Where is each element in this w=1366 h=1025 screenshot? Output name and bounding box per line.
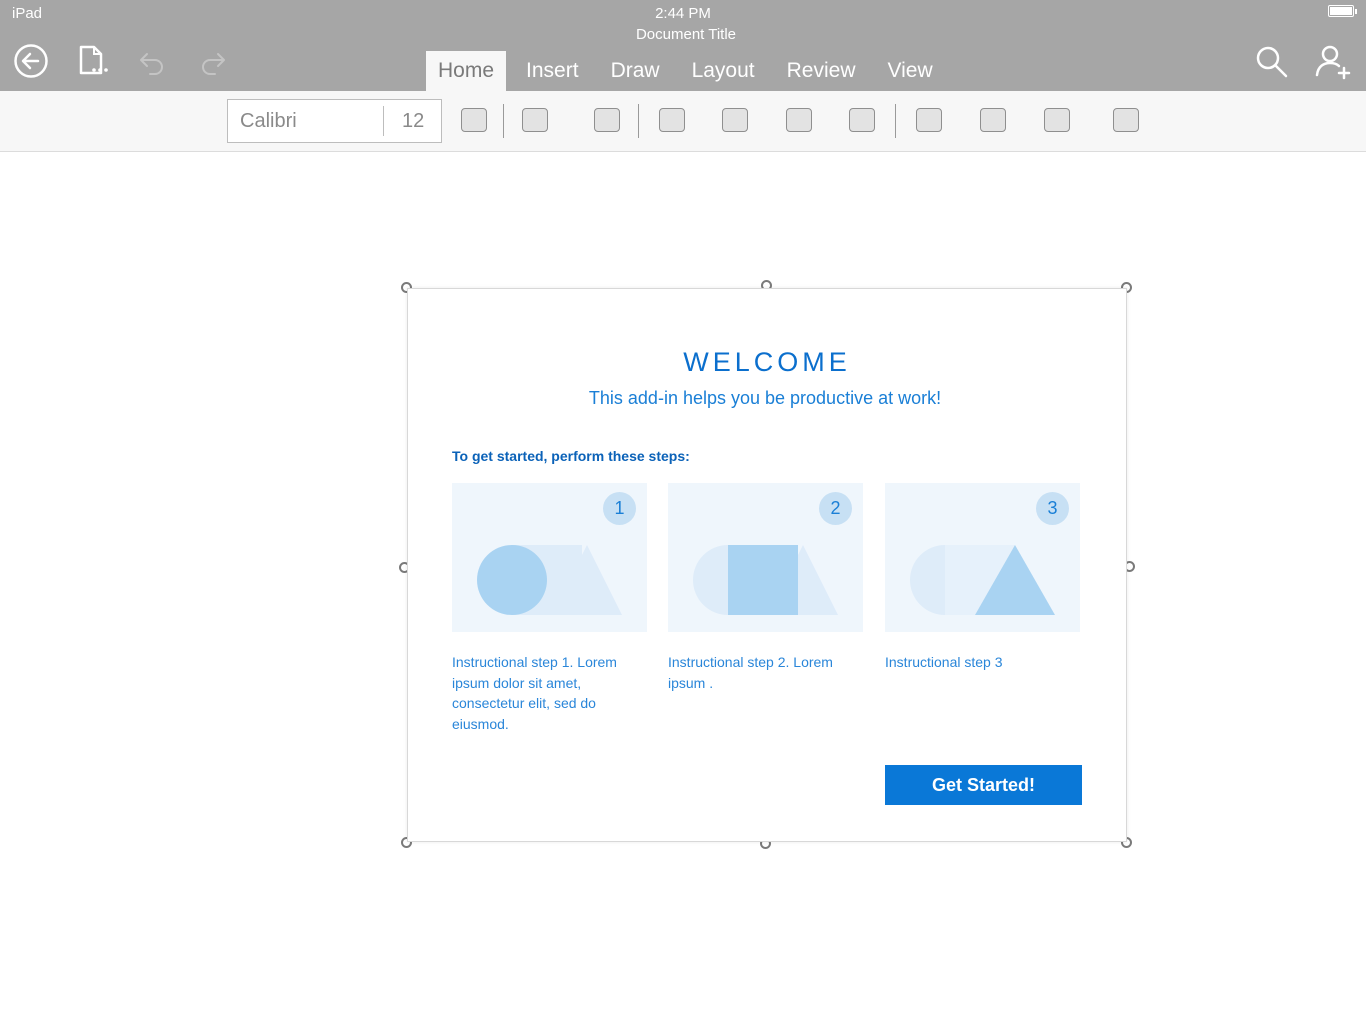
ribbon-separator: [895, 104, 896, 138]
ribbon-button-1[interactable]: [461, 108, 487, 132]
status-time: 2:44 PM: [655, 5, 711, 22]
font-picker[interactable]: Calibri 12: [227, 99, 442, 143]
font-size-field[interactable]: 12: [402, 110, 424, 133]
step-3-number: 3: [1036, 492, 1069, 525]
get-started-button[interactable]: Get Started!: [885, 765, 1082, 805]
redo-icon[interactable]: [199, 48, 227, 76]
tab-insert[interactable]: Insert: [514, 51, 591, 91]
ribbon-separator: [638, 104, 639, 138]
ribbon-button-9[interactable]: [980, 108, 1006, 132]
ribbon-button-3[interactable]: [594, 108, 620, 132]
ribbon-button-7[interactable]: [849, 108, 875, 132]
font-name-field[interactable]: Calibri: [240, 110, 297, 133]
addin-welcome-card: WELCOME This add-in helps you be product…: [407, 288, 1127, 842]
file-options-icon[interactable]: [77, 45, 111, 77]
back-icon[interactable]: [13, 43, 49, 79]
tab-review[interactable]: Review: [775, 51, 868, 91]
step-2-illustration: 2: [668, 483, 863, 632]
tab-home[interactable]: Home: [426, 51, 507, 91]
ribbon-button-2[interactable]: [522, 108, 548, 132]
ribbon-button-10[interactable]: [1044, 108, 1070, 132]
steps-heading: To get started, perform these steps:: [452, 448, 690, 464]
ribbon-button-5[interactable]: [722, 108, 748, 132]
add-person-icon[interactable]: [1314, 44, 1352, 80]
step-1-illustration: 1: [452, 483, 647, 632]
tab-view[interactable]: View: [876, 51, 945, 91]
ribbon-button-11[interactable]: [1113, 108, 1139, 132]
welcome-subtitle: This add-in helps you be productive at w…: [588, 388, 942, 408]
step-1-number: 1: [603, 492, 636, 525]
step-2-number: 2: [819, 492, 852, 525]
ribbon-tabs: Home Insert Draw Layout Review View: [426, 51, 953, 91]
step-2-text: Instructional step 2. Lorem ipsum .: [668, 654, 833, 691]
app-toolbar: iPad 2:44 PM Document Title Home Insert …: [0, 0, 1366, 91]
search-icon[interactable]: [1255, 45, 1289, 79]
ribbon-button-8[interactable]: [916, 108, 942, 132]
tab-draw[interactable]: Draw: [599, 51, 672, 91]
step-3-text: Instructional step 3: [885, 654, 1003, 670]
ribbon-button-6[interactable]: [786, 108, 812, 132]
battery-icon: [1328, 5, 1357, 17]
step-1-text: Instructional step 1. Lorem ipsum dolor …: [452, 654, 617, 732]
welcome-heading: WELCOME: [683, 347, 851, 377]
ribbon-button-4[interactable]: [659, 108, 685, 132]
document-title[interactable]: Document Title: [0, 26, 1366, 43]
undo-icon[interactable]: [138, 48, 166, 76]
step-3-illustration: 3: [885, 483, 1080, 632]
ribbon-separator: [503, 104, 504, 138]
ribbon: Calibri 12: [0, 91, 1366, 152]
tab-layout[interactable]: Layout: [680, 51, 767, 91]
